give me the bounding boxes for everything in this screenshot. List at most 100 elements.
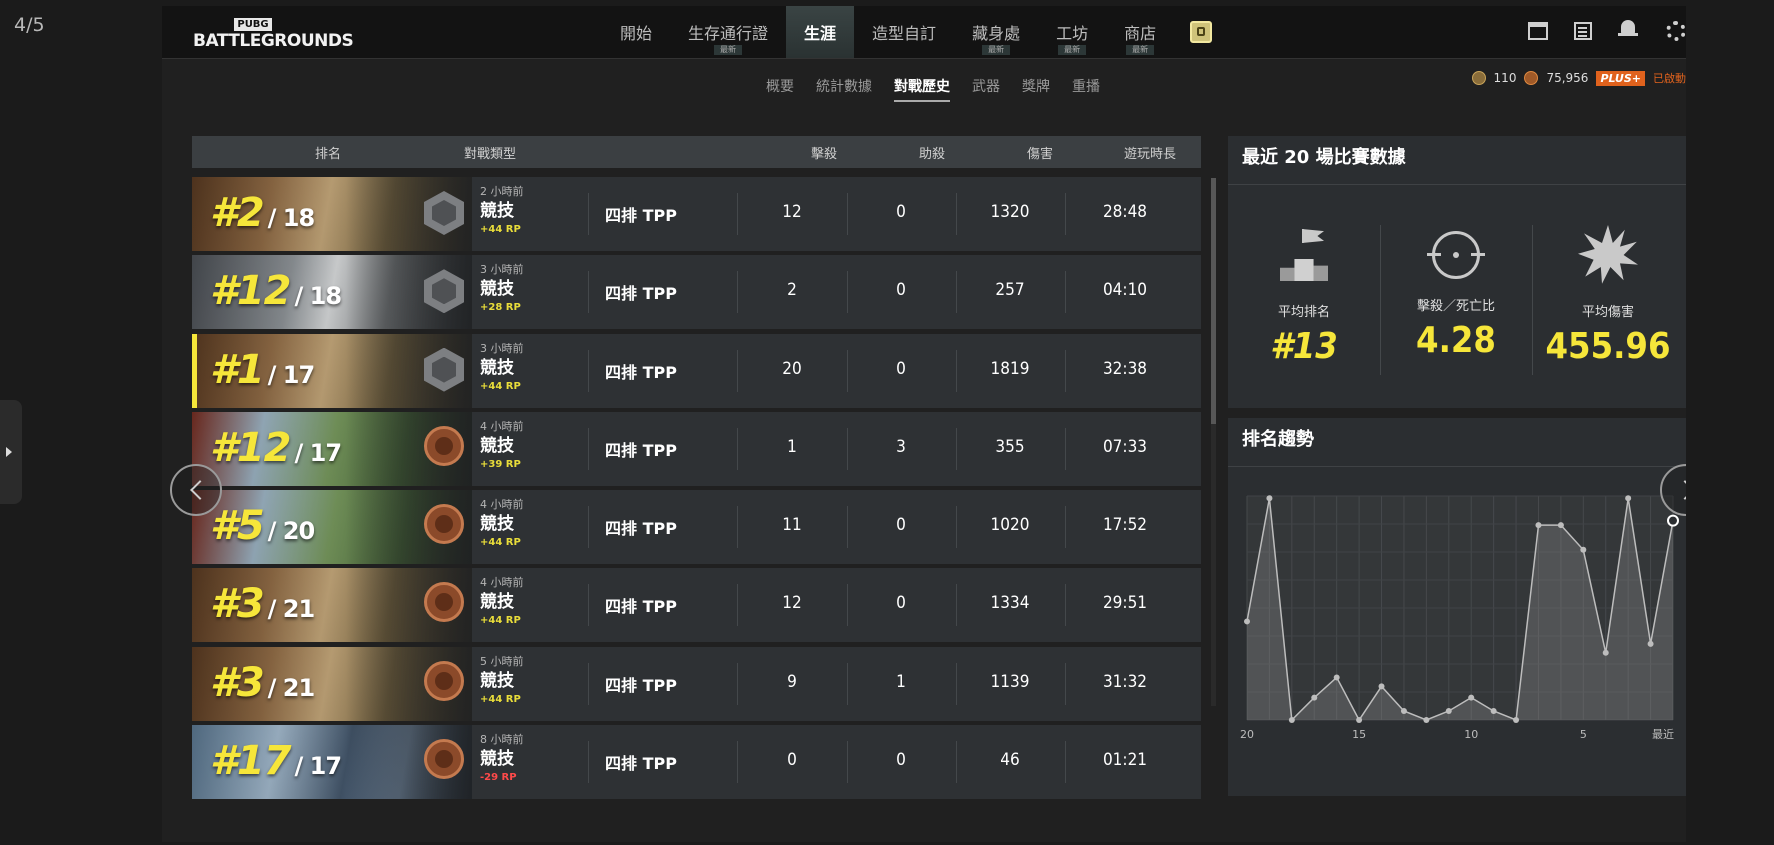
rp-change: +44 RP bbox=[480, 380, 521, 392]
nav-label: 商店 bbox=[1124, 24, 1157, 43]
assists-value: 0 bbox=[896, 593, 906, 614]
rp-change: +44 RP bbox=[480, 615, 521, 627]
game-frame: PUBG BATTLEGROUNDS 開始 生存通行證 最新 生涯 造型自訂 藏身… bbox=[162, 6, 1686, 842]
placement-total: / 17 bbox=[294, 438, 343, 467]
tab-weapons[interactable]: 武器 bbox=[972, 76, 1000, 102]
placement: #5/ 20 bbox=[210, 504, 315, 553]
page-counter: 4/5 bbox=[14, 14, 45, 36]
rank-trend-point bbox=[1400, 708, 1407, 715]
header-kills: 擊殺 bbox=[810, 146, 837, 162]
plus-badge[interactable]: PLUS+ bbox=[1596, 70, 1645, 86]
avg-rank-stat: 平均排名 #13 bbox=[1228, 185, 1380, 408]
rank-trend-point bbox=[1513, 717, 1520, 723]
playtime-value: 28:48 bbox=[1102, 202, 1148, 222]
damage-value: 1020 bbox=[990, 515, 1030, 536]
rank-trend-point bbox=[1625, 495, 1632, 502]
gear-icon[interactable] bbox=[1666, 21, 1686, 41]
rank-trend-point bbox=[1423, 717, 1430, 723]
placement: #1/ 17 bbox=[210, 348, 315, 397]
kills-value: 2 bbox=[787, 280, 797, 301]
nav-career[interactable]: 生涯 bbox=[786, 6, 855, 58]
squad-mode: 四排 TPP bbox=[605, 284, 677, 304]
calendar-icon[interactable] bbox=[1528, 22, 1548, 40]
rank-trend-point bbox=[1333, 674, 1340, 681]
bell-icon[interactable] bbox=[1618, 20, 1640, 42]
header-time: 遊玩時長 bbox=[1123, 146, 1176, 162]
rp-change: +44 RP bbox=[480, 693, 521, 705]
kills-value: 1 bbox=[787, 436, 797, 457]
match-mode: 競技 bbox=[480, 514, 514, 535]
match-row[interactable]: #1/ 17 3 小時前 競技 +44 RP 四排 TPP 20 0 1819 32:38 bbox=[192, 333, 1201, 408]
side-expand-tab[interactable] bbox=[0, 400, 22, 504]
nav-customize[interactable]: 造型自訂 bbox=[854, 6, 954, 58]
tier-badge-icon bbox=[424, 660, 464, 701]
match-row[interactable]: #2/ 18 2 小時前 競技 +44 RP 四排 TPP 12 0 1320 28:48 bbox=[192, 177, 1201, 251]
tab-overview[interactable]: 概要 bbox=[766, 76, 794, 102]
rp-change: +39 RP bbox=[480, 458, 521, 470]
kills-value: 0 bbox=[787, 750, 797, 771]
placement: #12/ 17 bbox=[210, 426, 343, 475]
divider bbox=[1065, 584, 1066, 627]
news-icon[interactable] bbox=[1574, 22, 1592, 40]
damage-burst-icon bbox=[1578, 225, 1638, 284]
match-list-scrollbar[interactable] bbox=[1211, 178, 1216, 706]
rank-trend-point bbox=[1356, 717, 1363, 723]
rank-trend-point bbox=[1647, 640, 1654, 647]
rp-change: +28 RP bbox=[480, 302, 521, 314]
assists-value: 1 bbox=[896, 671, 906, 692]
rank-trend-point bbox=[1311, 694, 1318, 701]
placement: #3/ 21 bbox=[210, 582, 315, 631]
kills-value: 9 bbox=[787, 671, 797, 692]
squad-mode: 四排 TPP bbox=[605, 675, 677, 695]
match-row[interactable]: #3/ 21 5 小時前 競技 +44 RP 四排 TPP 9 1 1139 31:32 bbox=[192, 646, 1201, 721]
nav-survival-pass[interactable]: 生存通行證 最新 bbox=[670, 6, 786, 58]
divider bbox=[1065, 506, 1066, 549]
damage-value: 46 bbox=[1000, 750, 1020, 771]
tab-match-history[interactable]: 對戰歷史 bbox=[894, 76, 950, 102]
tab-medals[interactable]: 獎牌 bbox=[1022, 76, 1050, 102]
divider bbox=[1065, 427, 1066, 470]
nav-hideout[interactable]: 藏身處 最新 bbox=[954, 6, 1038, 58]
scrollbar-thumb[interactable] bbox=[1211, 178, 1216, 424]
tab-replays[interactable]: 重播 bbox=[1072, 76, 1100, 102]
nav-store[interactable]: 商店 最新 bbox=[1106, 6, 1174, 58]
match-time-ago: 3 小時前 bbox=[480, 341, 524, 355]
match-row[interactable]: #17/ 17 8 小時前 競技 -29 RP 四排 TPP 0 0 46 01:21 bbox=[192, 725, 1201, 800]
match-time-ago: 2 小時前 bbox=[480, 185, 524, 198]
pubg-logo: PUBG BATTLEGROUNDS bbox=[193, 12, 354, 51]
squad-mode: 四排 TPP bbox=[605, 754, 677, 774]
rank-trend-chart: 20 15 10 5 最近 bbox=[1240, 495, 1679, 741]
match-meta: 4 小時前 競技 +44 RP bbox=[480, 498, 524, 550]
avg-damage-stat: 平均傷害 455.96 bbox=[1532, 185, 1684, 408]
playtime-value: 32:38 bbox=[1102, 358, 1148, 379]
bp-amount: 75,956 bbox=[1546, 71, 1589, 85]
match-meta: 4 小時前 競技 +39 RP bbox=[480, 420, 524, 472]
x-tick-label: 最近 bbox=[1652, 728, 1674, 741]
match-row[interactable]: #12/ 17 4 小時前 競技 +39 RP 四排 TPP 1 3 355 07:33 bbox=[192, 411, 1201, 486]
match-mode: 競技 bbox=[480, 749, 514, 770]
assists-value: 0 bbox=[896, 515, 906, 536]
kd-stat: 擊殺／死亡比 4.28 bbox=[1380, 185, 1532, 408]
crate-icon[interactable] bbox=[1190, 21, 1213, 43]
playtime-value: 01:21 bbox=[1102, 750, 1148, 771]
recent-stats-panel: 最近 20 場比賽數據 平均排名 #13 擊殺／死亡比 4.28 平均傷害 45… bbox=[1228, 136, 1686, 408]
damage-value: 1334 bbox=[990, 593, 1030, 614]
tab-stats[interactable]: 統計數據 bbox=[816, 76, 872, 102]
rp-change: +44 RP bbox=[480, 537, 521, 549]
assists-value: 0 bbox=[896, 280, 906, 301]
rank-trend-point bbox=[1580, 546, 1587, 553]
top-right-icons bbox=[1528, 20, 1686, 42]
top-nav-bar: PUBG BATTLEGROUNDS 開始 生存通行證 最新 生涯 造型自訂 藏身… bbox=[162, 6, 1686, 59]
match-row[interactable]: #3/ 21 4 小時前 競技 +44 RP 四排 TPP 12 0 1334 29:51 bbox=[192, 568, 1201, 643]
match-row[interactable]: #5/ 20 4 小時前 競技 +44 RP 四排 TPP 11 0 1020 17:52 bbox=[192, 490, 1201, 565]
rank-trend-point bbox=[1602, 649, 1609, 656]
match-row[interactable]: #12/ 18 3 小時前 競技 +28 RP 四排 TPP 2 0 257 04:10 bbox=[192, 255, 1201, 330]
squad-mode: 四排 TPP bbox=[605, 597, 677, 617]
rank-trend-point bbox=[1490, 708, 1497, 715]
divider bbox=[1065, 349, 1066, 392]
nav-start[interactable]: 開始 bbox=[602, 6, 670, 58]
damage-value: 1139 bbox=[990, 671, 1030, 692]
nav-workshop[interactable]: 工坊 最新 bbox=[1038, 6, 1106, 58]
match-mode: 競技 bbox=[480, 435, 514, 456]
nav-label: 造型自訂 bbox=[872, 24, 937, 43]
